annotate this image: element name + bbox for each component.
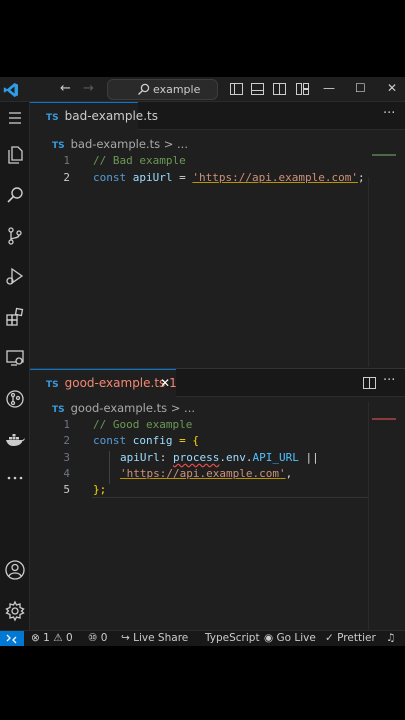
indent-guide (109, 451, 110, 484)
remote-icon (6, 634, 17, 644)
remote-indicator[interactable] (0, 631, 24, 646)
code-line: // Good example (93, 418, 193, 431)
explorer-icon[interactable] (4, 144, 26, 166)
bottom-editor-tabbar: TS good-example.ts 1 ✕ ··· (30, 369, 405, 397)
live-share-button[interactable]: ↪ Live Share (121, 632, 188, 644)
line-number: 1 (63, 418, 70, 431)
top-minimap-edge (368, 177, 369, 367)
menu-icon[interactable] (4, 107, 26, 129)
prettier-button[interactable]: ✓ Prettier (325, 632, 376, 644)
search-icon[interactable] (4, 184, 26, 206)
editor-more-actions-icon[interactable]: ··· (383, 373, 395, 388)
more-icon[interactable] (4, 467, 26, 489)
line-number: 1 (63, 154, 70, 167)
toggle-primary-sidebar-icon[interactable] (230, 83, 243, 95)
line-number: 4 (63, 467, 70, 480)
bottom-minimap-line (372, 418, 396, 420)
line-number: 3 (63, 451, 70, 464)
command-center-search[interactable]: example (107, 79, 218, 100)
vscode-logo-icon (3, 83, 18, 97)
source-control-icon[interactable] (4, 225, 26, 247)
account-icon[interactable] (4, 559, 26, 581)
minimize-button[interactable]: — (323, 81, 335, 95)
toggle-panel-icon[interactable] (251, 83, 264, 95)
line-number: 5 (63, 483, 70, 496)
code-line: // Bad example (93, 154, 186, 167)
go-live-icon: ◉ (264, 632, 274, 644)
typescript-file-icon: TS (46, 113, 59, 123)
tab-label: bad-example.ts (64, 109, 158, 123)
split-editor-icon[interactable] (363, 377, 376, 389)
line-number: 2 (63, 171, 70, 184)
editor-more-actions-icon[interactable]: ··· (383, 106, 395, 121)
top-editor-tabbar: TS bad-example.ts ··· (30, 102, 405, 130)
check-icon: ✓ (325, 632, 334, 644)
code-line: }; (93, 483, 107, 496)
typescript-file-icon: TS (52, 405, 65, 415)
activity-bar (0, 102, 30, 646)
ports-indicator[interactable]: ⑩ 0 (88, 632, 107, 644)
vscode-window: ← → example — ☐ ✕ TS bad-example.ts ··· (0, 77, 405, 646)
line-number: 2 (63, 434, 70, 447)
customize-layout-icon[interactable] (296, 83, 309, 95)
ports-icon: ⑩ (88, 632, 98, 644)
search-icon (138, 83, 150, 95)
typescript-file-icon: TS (46, 380, 59, 390)
maximize-button[interactable]: ☐ (355, 81, 366, 95)
tab-bad-example[interactable]: TS bad-example.ts (30, 102, 158, 130)
language-mode[interactable]: TypeScript (205, 632, 260, 644)
live-share-icon: ↪ (121, 632, 130, 644)
error-icon: ⊗ (31, 632, 40, 644)
current-line-highlight (92, 497, 368, 498)
top-breadcrumb[interactable]: TS bad-example.ts > ... (52, 137, 188, 151)
code-line: const config = { (93, 434, 199, 447)
top-minimap-line (372, 154, 396, 156)
code-line: 'https://api.example.com', (120, 467, 293, 480)
forward-arrow-icon[interactable]: → (83, 81, 94, 96)
problems-indicator[interactable]: ⊗ 1 ⚠ 0 (31, 632, 73, 644)
close-window-button[interactable]: ✕ (387, 81, 397, 95)
code-line: apiUrl: process.env.API_URL || (120, 451, 319, 464)
code-line: const apiUrl = 'https://api.example.com'… (93, 171, 365, 184)
git-graph-icon[interactable] (4, 388, 26, 410)
settings-icon[interactable] (4, 600, 26, 622)
close-tab-icon[interactable]: ✕ (160, 370, 170, 397)
docker-icon[interactable] (4, 428, 26, 450)
typescript-file-icon: TS (52, 141, 65, 151)
bottom-minimap-edge (368, 402, 369, 630)
extensions-icon[interactable] (4, 306, 26, 328)
back-arrow-icon[interactable]: ← (60, 81, 71, 96)
run-debug-icon[interactable] (4, 265, 26, 287)
go-live-button[interactable]: ◉ Go Live (264, 632, 316, 644)
warning-icon: ⚠ (53, 632, 63, 644)
bottom-breadcrumb[interactable]: TS good-example.ts > ... (52, 401, 195, 415)
tab-good-example[interactable]: TS good-example.ts 1 ✕ (30, 369, 177, 397)
toggle-secondary-sidebar-icon[interactable] (273, 83, 286, 95)
remote-explorer-icon[interactable] (4, 347, 26, 369)
status-bar: ⊗ 1 ⚠ 0 ⑩ 0 ↪ Live Share TypeScript ◉ Go… (0, 630, 405, 646)
search-text: example (153, 83, 201, 96)
notifications-icon[interactable]: ♫ (386, 632, 395, 644)
title-bar: ← → example — ☐ ✕ (0, 77, 405, 102)
